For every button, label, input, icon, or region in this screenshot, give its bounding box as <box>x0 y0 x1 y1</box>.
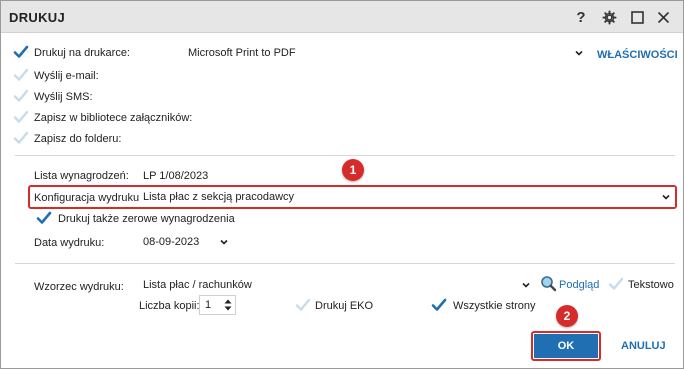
template-select[interactable]: Lista płac / rachunków <box>139 275 535 295</box>
config-select[interactable]: Lista płac z sekcją pracodawcy <box>139 187 675 207</box>
chevron-down-icon <box>219 237 229 250</box>
template-label: Wzorzec wydruku: <box>34 281 124 293</box>
maximize-icon[interactable] <box>627 7 647 27</box>
template-value: Lista płac / rachunków <box>143 279 252 291</box>
eko-checkbox[interactable] <box>295 297 311 313</box>
config-label: Konfiguracja wydruku: <box>34 192 143 204</box>
zero-pay-label: Drukuj także zerowe wynagrodzenia <box>58 213 235 225</box>
print-date-label: Data wydruku: <box>34 237 105 249</box>
chevron-down-icon <box>661 192 671 205</box>
ok-button[interactable]: OK <box>534 334 598 358</box>
printer-value: Microsoft Print to PDF <box>188 47 296 59</box>
copies-stepper[interactable]: 1 <box>199 295 236 315</box>
cancel-button[interactable]: ANULUJ <box>621 340 666 352</box>
print-date-value: 08-09-2023 <box>143 236 200 248</box>
all-pages-checkbox[interactable] <box>431 297 447 313</box>
config-value: Lista płac z sekcją pracodawcy <box>143 191 295 203</box>
sms-label: Wyślij SMS: <box>34 91 93 103</box>
step-badge-1: 1 <box>342 159 364 181</box>
print-dialog: DRUKUJ ? Drukuj na drukarce: Microsoft P… <box>0 0 684 369</box>
properties-link[interactable]: WŁAŚCIWOŚCI <box>597 49 678 61</box>
dialog-title: DRUKUJ <box>9 10 65 25</box>
title-bar: DRUKUJ ? <box>1 1 683 33</box>
gear-icon[interactable] <box>599 7 619 27</box>
payroll-list-value: LP 1/08/2023 <box>143 170 209 182</box>
copies-value: 1 <box>205 299 212 311</box>
text-label: Tekstowo <box>628 279 674 291</box>
email-checkbox[interactable] <box>13 67 29 83</box>
attachments-checkbox[interactable] <box>13 109 29 125</box>
preview-link[interactable]: Podgląd <box>559 279 599 291</box>
close-icon[interactable] <box>653 7 673 27</box>
magnifier-icon[interactable] <box>540 275 557 292</box>
zero-pay-checkbox[interactable] <box>36 210 52 226</box>
section-divider <box>15 155 675 156</box>
folder-checkbox[interactable] <box>13 130 29 146</box>
step-badge-2: 2 <box>556 305 578 327</box>
payroll-list-label: Lista wynagrodzeń: <box>34 170 129 182</box>
text-checkbox[interactable] <box>608 276 624 292</box>
copies-label: Liczba kopii: <box>139 300 200 312</box>
help-icon[interactable]: ? <box>571 7 591 27</box>
stepper-arrows-icon[interactable] <box>224 299 232 314</box>
email-label: Wyślij e-mail: <box>34 70 99 82</box>
printer-label: Drukuj na drukarce: <box>34 47 130 59</box>
printer-select[interactable]: Microsoft Print to PDF <box>184 43 588 63</box>
attachments-label: Zapisz w bibliotece załączników: <box>34 112 193 124</box>
eko-label: Drukuj EKO <box>315 300 374 312</box>
all-pages-label: Wszystkie strony <box>453 300 536 312</box>
chevron-down-icon <box>574 48 584 61</box>
chevron-down-icon <box>521 280 531 293</box>
sms-checkbox[interactable] <box>13 88 29 104</box>
section-divider <box>15 263 675 264</box>
print-date-picker[interactable]: 08-09-2023 <box>139 232 233 252</box>
printer-checkbox[interactable] <box>13 44 29 60</box>
folder-label: Zapisz do folderu: <box>34 133 122 145</box>
